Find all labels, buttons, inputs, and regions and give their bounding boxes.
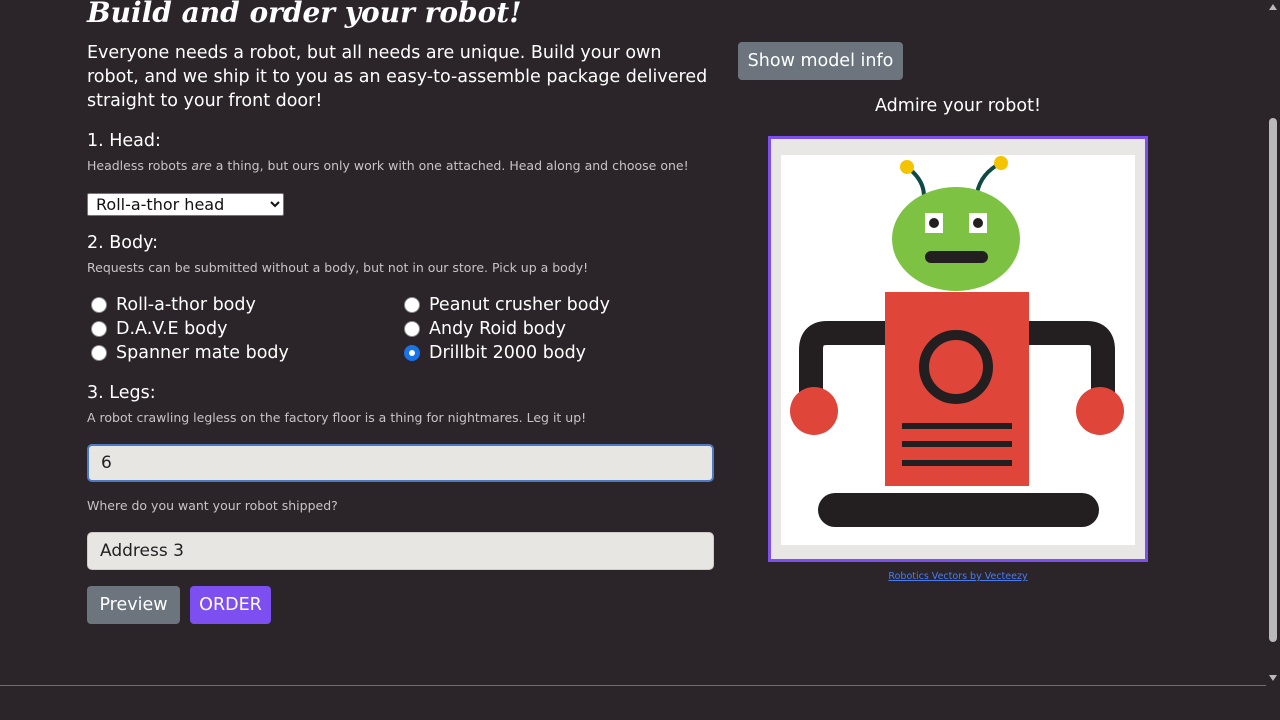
body-option-spanner-mate[interactable]: Spanner mate body	[91, 342, 289, 364]
head-hint: Headless robots are a thing, but ours on…	[87, 158, 689, 173]
robot-hand-left	[790, 387, 838, 435]
body-heading: 2. Body:	[87, 233, 159, 253]
robot-pupil-right	[973, 218, 983, 228]
robot-head	[892, 187, 1020, 291]
robot-arm-right	[1029, 321, 1115, 395]
legs-input[interactable]	[87, 444, 714, 482]
body-option-peanut-crusher[interactable]: Peanut crusher body	[404, 294, 610, 316]
robot-body-stripe	[902, 441, 1012, 447]
vertical-scrollbar[interactable]	[1266, 0, 1280, 686]
head-select[interactable]: Roll-a-thor head	[87, 193, 284, 216]
scrollbar-thumb[interactable]	[1269, 118, 1277, 642]
head-heading: 1. Head:	[87, 131, 161, 151]
robot-antenna-tip-right	[994, 156, 1008, 170]
radio-button[interactable]	[91, 321, 107, 337]
intro-text: Everyone needs a robot, but all needs ar…	[87, 43, 708, 111]
radio-button-checked[interactable]	[404, 345, 420, 361]
robot-legs-base	[818, 493, 1099, 527]
robot-body-stripe	[902, 460, 1012, 466]
body-option-dave[interactable]: D.A.V.E body	[91, 318, 227, 340]
preview-button[interactable]: Preview	[87, 586, 180, 624]
address-hint: Where do you want your robot shipped?	[87, 498, 338, 513]
scroll-up-icon[interactable]	[1269, 4, 1277, 10]
robot-hand-right	[1076, 387, 1124, 435]
legs-heading: 3. Legs:	[87, 383, 156, 403]
radio-button[interactable]	[404, 321, 420, 337]
body-option-label: Drillbit 2000 body	[429, 343, 587, 363]
robot-preview-canvas	[781, 155, 1135, 545]
robot-body	[885, 292, 1029, 486]
vector-credit-link[interactable]: Robotics Vectors by Vecteezy	[768, 571, 1148, 582]
page: Build and order your robot! Everyone nee…	[0, 0, 1266, 685]
robot-antenna-tip-left	[900, 160, 914, 174]
legs-hint: A robot crawling legless on the factory …	[87, 410, 587, 425]
show-model-info-button[interactable]: Show model info	[738, 42, 903, 80]
body-option-drillbit-2000[interactable]: Drillbit 2000 body	[404, 342, 586, 364]
radio-button[interactable]	[91, 297, 107, 313]
robot-arm-left	[799, 321, 885, 395]
robot-illustration	[790, 156, 1124, 527]
radio-button[interactable]	[404, 297, 420, 313]
address-input[interactable]	[87, 532, 714, 570]
body-option-label: D.A.V.E body	[116, 319, 228, 339]
order-button[interactable]: ORDER	[190, 586, 271, 624]
robot-preview-frame	[768, 136, 1148, 562]
body-option-label: Andy Roid body	[429, 319, 566, 339]
radio-button[interactable]	[91, 345, 107, 361]
page-title: Build and order your robot!	[87, 0, 522, 29]
scroll-down-icon[interactable]	[1269, 675, 1277, 681]
robot-mouth	[925, 251, 988, 263]
body-option-andy-roid[interactable]: Andy Roid body	[404, 318, 566, 340]
body-option-label: Peanut crusher body	[429, 295, 610, 315]
body-hint: Requests can be submitted without a body…	[87, 260, 589, 275]
body-option-roll-a-thor[interactable]: Roll-a-thor body	[91, 294, 256, 316]
robot-body-stripe	[902, 423, 1012, 429]
robot-pupil-left	[929, 218, 939, 228]
body-option-label: Spanner mate body	[116, 343, 289, 363]
body-option-label: Roll-a-thor body	[116, 295, 256, 315]
preview-caption: Admire your robot!	[875, 96, 1041, 116]
footer	[0, 686, 1280, 720]
